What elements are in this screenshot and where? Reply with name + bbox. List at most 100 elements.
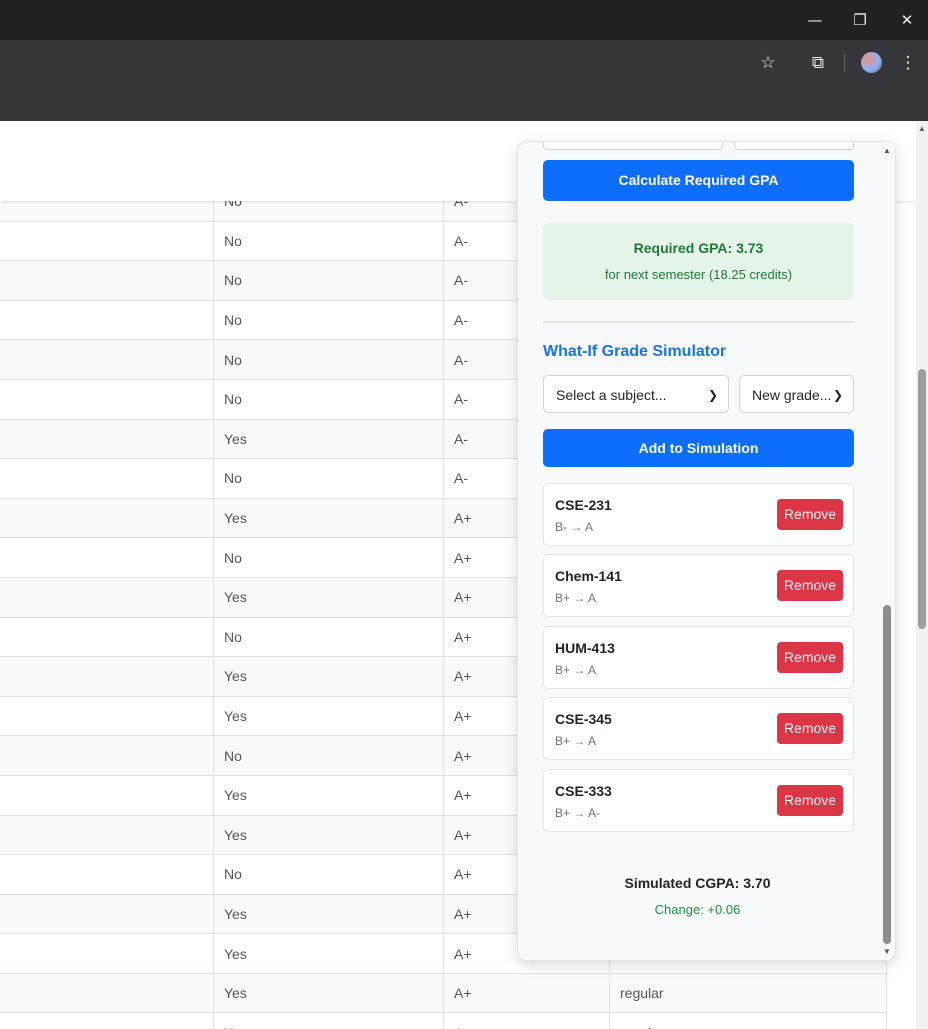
bookmark-star-icon[interactable]: ☆ (757, 53, 779, 73)
grade-select-value: New grade... (752, 387, 832, 403)
bookmarks-bar (0, 86, 928, 122)
table-cell: Yes (213, 1012, 444, 1029)
browser-titlebar: — ❐ ✕ (0, 0, 928, 40)
subject-select[interactable]: Select a subject... ❯ (543, 375, 729, 413)
page-scrollbar[interactable]: ▲ (916, 121, 928, 1029)
required-gpa-subtext: for next semester (18.25 credits) (604, 267, 793, 282)
table-row: YesA+regular (0, 973, 887, 1014)
table-cell: No (213, 458, 444, 499)
table-cell (0, 1012, 214, 1029)
simulated-cgpa: Simulated CGPA: 3.70 (624, 875, 771, 891)
close-icon[interactable]: ✕ (892, 8, 922, 32)
simulation-subject-code: HUM-413 (555, 640, 615, 656)
calculate-required-gpa-button[interactable]: Calculate Required GPA (543, 160, 854, 201)
table-cell (0, 458, 214, 499)
table-cell (0, 973, 214, 1014)
table-cell: No (213, 854, 444, 895)
table-cell (0, 894, 214, 935)
table-cell: No (213, 537, 444, 578)
table-cell: Yes (213, 973, 444, 1014)
table-cell: Yes (213, 775, 444, 816)
simulation-item: CSE-231 B- → A Remove (543, 483, 854, 546)
table-cell (0, 260, 214, 301)
table-cell: No (213, 735, 444, 776)
simulation-grade-change: B+ → A (555, 591, 597, 605)
simulation-grade-change: B+ → A (555, 663, 597, 677)
required-gpa-result: Required GPA: 3.73 for next semester (18… (543, 223, 854, 300)
table-cell (0, 735, 214, 776)
scroll-up-arrow-icon[interactable]: ▲ (882, 146, 892, 156)
page-scrollbar-thumb[interactable] (918, 369, 926, 629)
add-to-simulation-button[interactable]: Add to Simulation (543, 429, 854, 467)
extensions-icon[interactable]: ⧉ (807, 53, 829, 73)
table-cell: regular (609, 973, 887, 1014)
subject-select-value: Select a subject... (556, 387, 667, 403)
next-credits-input[interactable] (734, 142, 854, 150)
table-cell: Yes (213, 696, 444, 737)
simulation-grade-change: B+ → A- (555, 806, 601, 820)
chevron-down-icon: ❯ (707, 388, 718, 402)
grade-select[interactable]: New grade... ❯ (739, 375, 854, 413)
simulation-item: Chem-141 B+ → A Remove (543, 554, 854, 617)
simulation-subject-code: CSE-333 (555, 783, 612, 799)
table-cell: Yes (213, 577, 444, 618)
simulation-subject-code: Chem-141 (555, 568, 622, 584)
table-cell: Yes (213, 894, 444, 935)
table-cell (0, 775, 214, 816)
table-cell: Yes (213, 933, 444, 974)
table-cell (0, 379, 214, 420)
table-cell (0, 221, 214, 262)
restore-icon[interactable]: ❐ (845, 8, 875, 32)
table-cell (0, 815, 214, 856)
scroll-down-arrow-icon[interactable]: ▼ (882, 947, 892, 957)
gpa-side-panel: Calculate Required GPA Required GPA: 3.7… (517, 141, 896, 961)
section-divider (543, 321, 854, 323)
remove-simulation-button[interactable]: Remove (777, 499, 843, 530)
table-cell: Yes (213, 419, 444, 460)
chevron-down-icon: ❯ (832, 388, 843, 402)
panel-scrollbar[interactable]: ▲ ▼ (880, 142, 894, 960)
table-cell: Yes (213, 656, 444, 697)
panel-scrollbar-thumb[interactable] (883, 605, 891, 944)
table-cell (0, 656, 214, 697)
table-cell: No (213, 339, 444, 380)
table-cell (0, 933, 214, 974)
table-cell: A+ (443, 1012, 610, 1029)
simulation-grade-change: B+ → A (555, 734, 597, 748)
table-cell (0, 854, 214, 895)
remove-simulation-button[interactable]: Remove (777, 570, 843, 601)
table-cell: No (213, 221, 444, 262)
target-cgpa-input[interactable] (543, 142, 723, 150)
table-cell (0, 419, 214, 460)
table-cell (0, 696, 214, 737)
table-cell (0, 617, 214, 658)
table-cell: regular (609, 1012, 887, 1029)
menu-icon[interactable]: ⋮ (897, 53, 919, 73)
simulator-title: What-If Grade Simulator (543, 343, 727, 360)
required-gpa-value: Required GPA: 3.73 (633, 240, 764, 256)
toolbar-separator (844, 54, 845, 72)
table-cell: Yes (213, 815, 444, 856)
table-cell (0, 537, 214, 578)
simulation-item: CSE-345 B+ → A Remove (543, 697, 854, 760)
table-cell (0, 498, 214, 539)
table-cell: No (213, 617, 444, 658)
remove-simulation-button[interactable]: Remove (777, 713, 843, 744)
browser-toolbar: ☆ ⧉ ⋮ (0, 40, 928, 120)
scroll-up-arrow-icon[interactable]: ▲ (916, 123, 928, 135)
remove-simulation-button[interactable]: Remove (777, 642, 843, 673)
table-row: YesA+regular (0, 1012, 887, 1029)
simulation-subject-code: CSE-231 (555, 497, 612, 513)
table-cell (0, 339, 214, 380)
table-cell: A+ (443, 973, 610, 1014)
simulation-item: HUM-413 B+ → A Remove (543, 626, 854, 689)
simulation-subject-code: CSE-345 (555, 711, 612, 727)
profile-avatar[interactable] (861, 52, 882, 73)
simulation-grade-change: B- → A (555, 520, 594, 534)
remove-simulation-button[interactable]: Remove (777, 785, 843, 816)
simulation-item: CSE-333 B+ → A- Remove (543, 769, 854, 832)
table-cell: No (213, 260, 444, 301)
minimize-icon[interactable]: — (800, 8, 830, 32)
table-cell: No (213, 300, 444, 341)
table-cell (0, 300, 214, 341)
